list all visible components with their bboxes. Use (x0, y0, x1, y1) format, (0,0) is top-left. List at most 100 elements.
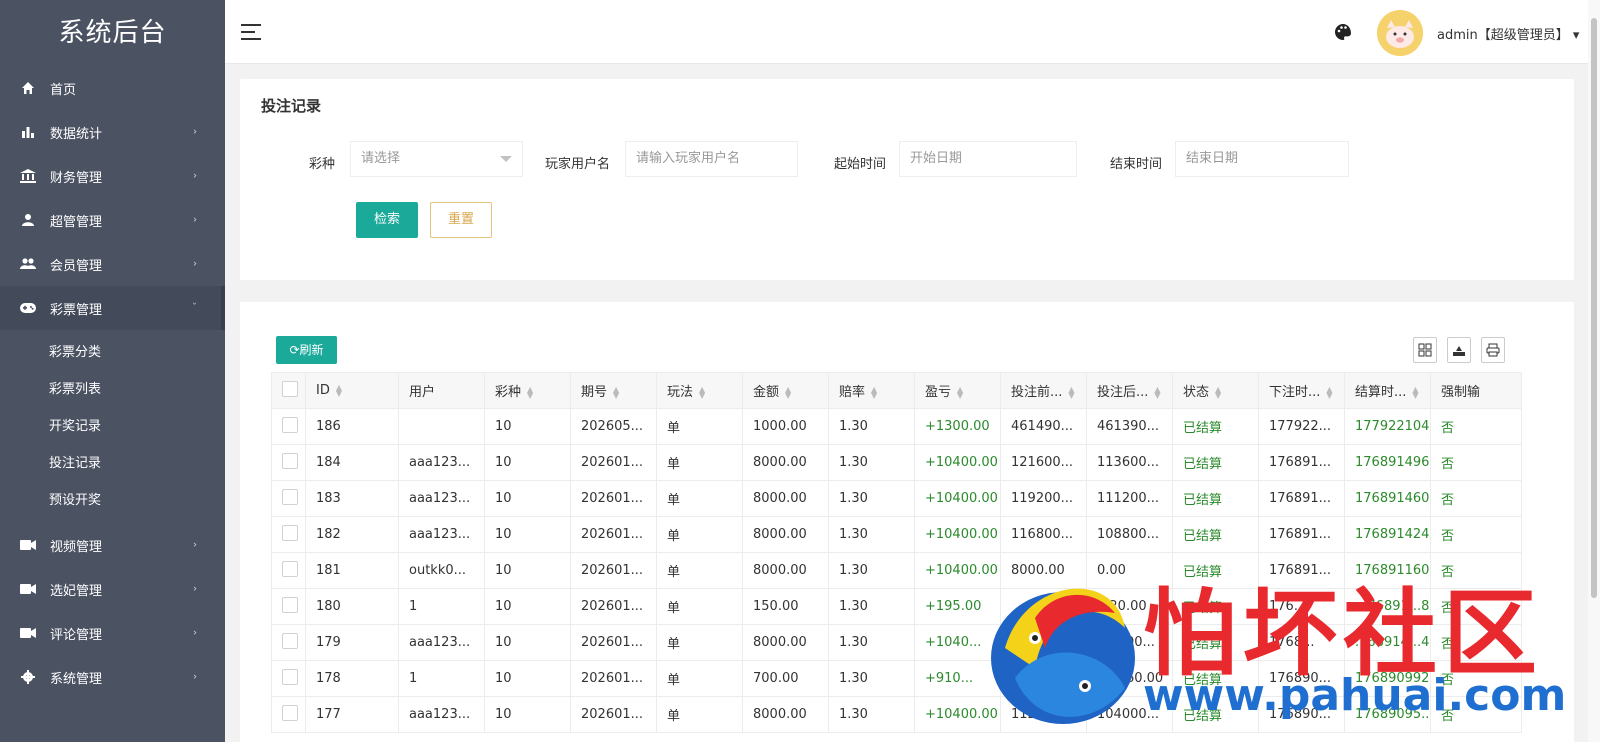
page-scrollbar[interactable] (1588, 0, 1600, 742)
table-row[interactable]: 178 1 10 202601... 单 700.00 1.30 +910... ...4160… (271, 660, 1522, 697)
row-checkbox[interactable] (282, 560, 298, 577)
bank-icon (20, 168, 36, 184)
column-header[interactable]: 结算时... ▲ ▼ (1344, 372, 1431, 409)
table-cell: 单 (656, 624, 743, 661)
table-cell: 121600... (1000, 444, 1087, 481)
table-row[interactable]: 184 aaa123... 10 202601... 单 8000.00 1.30 +1040… (271, 444, 1522, 481)
table-cell: 否 (1430, 696, 1522, 733)
row-checkbox[interactable] (282, 704, 298, 721)
table-row[interactable]: 179 aaa123... 10 202601... 单 8000.00 1.30 +1040… (271, 624, 1522, 661)
user-name-label: admin【超级管理员】 (1437, 28, 1569, 43)
sidebar-item[interactable]: 选妃管理 › (0, 567, 225, 611)
menu-toggle-icon[interactable] (241, 24, 261, 40)
sidebar-item-lottery[interactable]: 彩票管理 ˇ (0, 286, 225, 330)
column-header[interactable]: 玩法 ▲ ▼ (656, 372, 743, 409)
row-checkbox[interactable] (282, 668, 298, 685)
lottery-submenu: 彩票分类 彩票列表 开奖记录 投注记录 预设开奖 (0, 330, 225, 523)
sort-icon[interactable]: ▲ ▼ (336, 383, 342, 397)
column-header[interactable]: ID ▲ ▼ (305, 372, 399, 409)
table-row[interactable]: 186 10 202605... 单 1000.00 1.30 +1300.00 461490… (271, 408, 1522, 445)
sidebar-item[interactable]: 系统管理 › (0, 655, 225, 699)
sort-icon[interactable]: ▲ ▼ (1326, 385, 1332, 399)
sidebar-item[interactable]: 首页 (0, 66, 225, 110)
row-checkbox[interactable] (282, 488, 298, 505)
end-date-input[interactable]: 结束日期 (1175, 141, 1349, 177)
table-cell: 0.00 (1086, 552, 1173, 589)
sort-icon[interactable]: ▲ ▼ (957, 385, 963, 399)
submenu-item-lottery-category[interactable]: 彩票分类 (0, 334, 225, 371)
user-menu[interactable]: admin【超级管理员】 ▾ (1437, 24, 1579, 43)
row-checkbox[interactable] (282, 596, 298, 613)
column-header[interactable]: 赔率 ▲ ▼ (828, 372, 915, 409)
column-header-label: 彩种 (495, 385, 522, 400)
table-row[interactable]: 182 aaa123... 10 202601... 单 8000.00 1.30 +1040… (271, 516, 1522, 553)
sort-icon[interactable]: ▲ ▼ (1154, 385, 1160, 399)
table-cell: 202601... (570, 552, 657, 589)
avatar[interactable] (1377, 10, 1423, 56)
sidebar-item[interactable]: 财务管理 › (0, 154, 225, 198)
column-header[interactable]: 期号 ▲ ▼ (570, 372, 657, 409)
reset-button[interactable]: 重置 (430, 202, 492, 238)
search-button[interactable]: 检索 (356, 202, 418, 238)
sidebar-item[interactable]: 评论管理 › (0, 611, 225, 655)
column-header[interactable]: 投注前... ▲ ▼ (1000, 372, 1087, 409)
select-caret-icon (500, 156, 512, 162)
columns-toggle-button[interactable] (1413, 337, 1437, 363)
row-checkbox[interactable] (282, 452, 298, 469)
scrollbar-thumb[interactable] (1591, 18, 1597, 598)
column-header[interactable]: 彩种 ▲ ▼ (484, 372, 571, 409)
print-button[interactable] (1481, 337, 1505, 363)
submenu-item-draw-records[interactable]: 开奖记录 (0, 408, 225, 445)
column-header[interactable]: 用户 (398, 372, 485, 409)
column-header[interactable]: 盈亏 ▲ ▼ (914, 372, 1001, 409)
sidebar-item[interactable]: 数据统计 › (0, 110, 225, 154)
submenu-item-preset-draw[interactable]: 预设开奖 (0, 482, 225, 519)
player-username-input[interactable]: 请输入玩家用户名 (625, 141, 798, 177)
select-all-checkbox[interactable] (282, 380, 298, 397)
chevron-down-icon: ˇ (192, 302, 197, 314)
table-row[interactable]: 181 outkk0... 10 202601... 单 8000.00 1.30 +1040… (271, 552, 1522, 589)
row-checkbox[interactable] (282, 524, 298, 541)
sidebar-item[interactable]: 视频管理 › (0, 523, 225, 567)
home-icon (20, 80, 36, 96)
table-cell: +10400.00 (914, 480, 1001, 517)
sort-icon[interactable]: ▲ ▼ (527, 385, 533, 399)
row-checkbox[interactable] (282, 416, 298, 433)
submenu-item-lottery-list[interactable]: 彩票列表 (0, 371, 225, 408)
column-header[interactable]: 状态 ▲ ▼ (1172, 372, 1259, 409)
column-header[interactable]: 投注后... ▲ ▼ (1086, 372, 1173, 409)
sort-icon[interactable]: ▲ ▼ (613, 385, 619, 399)
table-cell: 183 (305, 480, 399, 517)
column-header[interactable]: 下注时... ▲ ▼ (1258, 372, 1345, 409)
table-cell: 否 (1430, 588, 1522, 625)
refresh-button[interactable]: ⟳刷新 (276, 336, 337, 364)
export-button[interactable] (1447, 337, 1471, 363)
table-row[interactable]: 177 aaa123... 10 202601... 单 8000.00 1.30 +1040… (271, 696, 1522, 733)
table-cell: 181 (305, 552, 399, 589)
row-checkbox[interactable] (282, 632, 298, 649)
table-row[interactable]: 180 1 10 202601... 单 150.00 1.30 +195.00 ...20.0… (271, 588, 1522, 625)
chevron-right-icon: › (193, 170, 197, 182)
export-icon (1453, 346, 1465, 356)
table-cell: 已结算 (1172, 552, 1259, 589)
table-cell: 已结算 (1172, 516, 1259, 553)
table-row[interactable]: 183 aaa123... 10 202601... 单 8000.00 1.30 +1040… (271, 480, 1522, 517)
sort-icon[interactable]: ▲ ▼ (699, 385, 705, 399)
column-header[interactable]: 金额 ▲ ▼ (742, 372, 829, 409)
table-cell: 已结算 (1172, 444, 1259, 481)
submenu-item-bet-records[interactable]: 投注记录 (0, 445, 225, 482)
sort-icon[interactable]: ▲ ▼ (785, 385, 791, 399)
palette-icon[interactable] (1333, 22, 1353, 42)
sort-icon[interactable]: ▲ ▼ (871, 385, 877, 399)
sort-icon[interactable]: ▲ ▼ (1412, 385, 1418, 399)
users-icon (20, 256, 36, 272)
sort-icon[interactable]: ▲ ▼ (1068, 385, 1074, 399)
sidebar-item[interactable]: 会员管理 › (0, 242, 225, 286)
start-date-input[interactable]: 开始日期 (899, 141, 1077, 177)
sort-icon[interactable]: ▲ ▼ (1215, 385, 1221, 399)
column-header[interactable]: 强制输 (1430, 372, 1522, 409)
column-header-label: ID (316, 383, 330, 398)
lottery-select[interactable]: 请选择 (350, 141, 523, 177)
sidebar-item[interactable]: 超管管理 › (0, 198, 225, 242)
video-icon (20, 625, 36, 641)
